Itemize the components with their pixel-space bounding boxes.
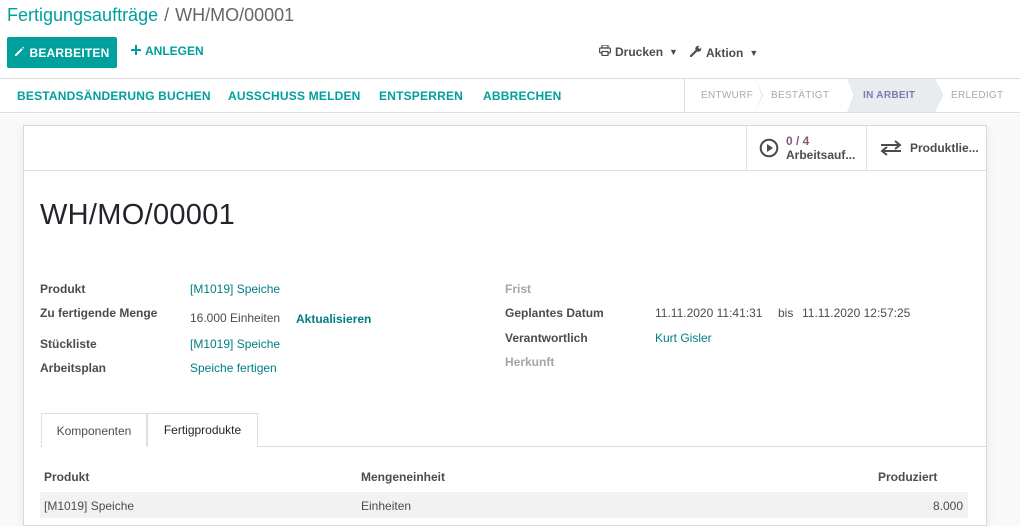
bom-label: Stückliste: [40, 337, 97, 351]
breadcrumb-parent-link[interactable]: Fertigungsaufträge: [7, 5, 158, 25]
planned-start-value: 11.11.2020 11:41:31: [655, 306, 763, 320]
stage-label: BESTÄTIGT: [771, 90, 830, 101]
play-circle-icon: [759, 138, 779, 158]
action-dropdown[interactable]: Aktion ▼: [689, 45, 759, 60]
work-orders-label: Arbeitsauf...: [786, 148, 856, 162]
action-dropdown-label: Aktion: [706, 45, 744, 60]
work-orders-smart-button[interactable]: 0 / 4 Arbeitsauf...: [746, 126, 867, 170]
create-button[interactable]: ANLEGEN: [131, 44, 204, 58]
row-uom-cell: Einheiten: [361, 499, 412, 513]
column-header-produced[interactable]: Produziert: [878, 470, 937, 484]
pencil-icon: [14, 46, 25, 60]
wrench-icon: [689, 45, 702, 60]
table-row[interactable]: [40, 492, 968, 518]
post-inventory-button[interactable]: BESTANDSÄNDERUNG BUCHEN: [17, 89, 211, 103]
planned-end-value: 11.11.2020 12:57:25: [802, 306, 911, 320]
product-moves-smart-button[interactable]: Produktlie...: [866, 126, 986, 170]
planned-date-label: Geplantes Datum: [505, 306, 604, 320]
bom-link[interactable]: [M1019] Speiche: [190, 337, 280, 351]
stage-label: IN ARBEIT: [863, 90, 916, 101]
stage-pipeline: ENTWURF BESTÄTIGT IN ARBEIT ERLEDIGT: [684, 79, 1017, 112]
create-button-label: ANLEGEN: [145, 44, 204, 58]
form-sheet: 0 / 4 Arbeitsauf... Produktlie... WH/MO/…: [23, 125, 987, 526]
stage-label: ENTWURF: [701, 90, 754, 101]
unlock-button[interactable]: ENTSPERREN: [379, 89, 463, 103]
work-orders-count: 0 / 4: [786, 134, 810, 148]
routing-link[interactable]: Speiche fertigen: [190, 361, 277, 375]
print-dropdown[interactable]: Drucken ▼: [599, 44, 678, 59]
print-dropdown-label: Drucken: [615, 45, 664, 59]
update-quantity-button[interactable]: Aktualisieren: [296, 312, 371, 326]
breadcrumb-separator: /: [164, 5, 170, 25]
tab-components[interactable]: Komponenten: [41, 413, 147, 447]
scrap-button[interactable]: AUSSCHUSS MELDEN: [228, 89, 361, 103]
stage-arrow-inner: [755, 79, 762, 112]
cancel-button[interactable]: ABBRECHEN: [483, 89, 561, 103]
record-title: WH/MO/00001: [40, 199, 236, 231]
printer-icon: [599, 44, 612, 59]
tab-finished-products[interactable]: Fertigprodukte: [147, 413, 258, 447]
column-header-uom[interactable]: Mengeneinheit: [361, 470, 445, 484]
deadline-label: Frist: [505, 282, 532, 296]
product-moves-label: Produktlie...: [910, 141, 979, 155]
row-product-cell: [M1019] Speiche: [44, 499, 135, 513]
stage-arrow-inner: [935, 79, 942, 112]
edit-button[interactable]: BEARBEITEN: [7, 37, 117, 68]
breadcrumb: Fertigungsaufträge / WH/MO/00001: [7, 5, 294, 26]
stage-label: ERLEDIGT: [951, 90, 1004, 101]
edit-button-label: BEARBEITEN: [29, 45, 110, 60]
routing-label: Arbeitsplan: [40, 361, 107, 375]
origin-label: Herkunft: [505, 355, 555, 369]
stage-done[interactable]: ERLEDIGT: [935, 79, 1017, 112]
smart-button-box: 0 / 4 Arbeitsauf... Produktlie...: [24, 126, 986, 171]
product-link[interactable]: [M1019] Speiche: [190, 282, 280, 296]
breadcrumb-current: WH/MO/00001: [175, 5, 295, 25]
caret-down-icon: ▼: [749, 47, 759, 58]
quantity-value: 16.000 Einheiten: [190, 311, 281, 325]
stage-arrow-inner: [847, 79, 854, 112]
quantity-label: Zu fertigende Menge: [40, 306, 158, 320]
responsible-label: Verantwortlich: [505, 331, 588, 345]
caret-down-icon: ▼: [669, 47, 678, 57]
product-label: Produkt: [40, 282, 86, 296]
responsible-link[interactable]: Kurt Gisler: [655, 331, 712, 345]
plus-icon: [131, 44, 141, 58]
stage-confirmed[interactable]: BESTÄTIGT: [755, 79, 855, 112]
exchange-arrows-icon: [879, 138, 903, 158]
stage-draft[interactable]: ENTWURF: [685, 79, 763, 112]
planned-to-text: bis: [778, 306, 794, 320]
statusbar: BESTANDSÄNDERUNG BUCHEN AUSSCHUSS MELDEN…: [0, 79, 1020, 113]
column-header-product[interactable]: Produkt: [44, 470, 89, 484]
row-produced-cell: 8.000: [933, 499, 964, 513]
stage-in-progress[interactable]: IN ARBEIT: [847, 79, 943, 112]
